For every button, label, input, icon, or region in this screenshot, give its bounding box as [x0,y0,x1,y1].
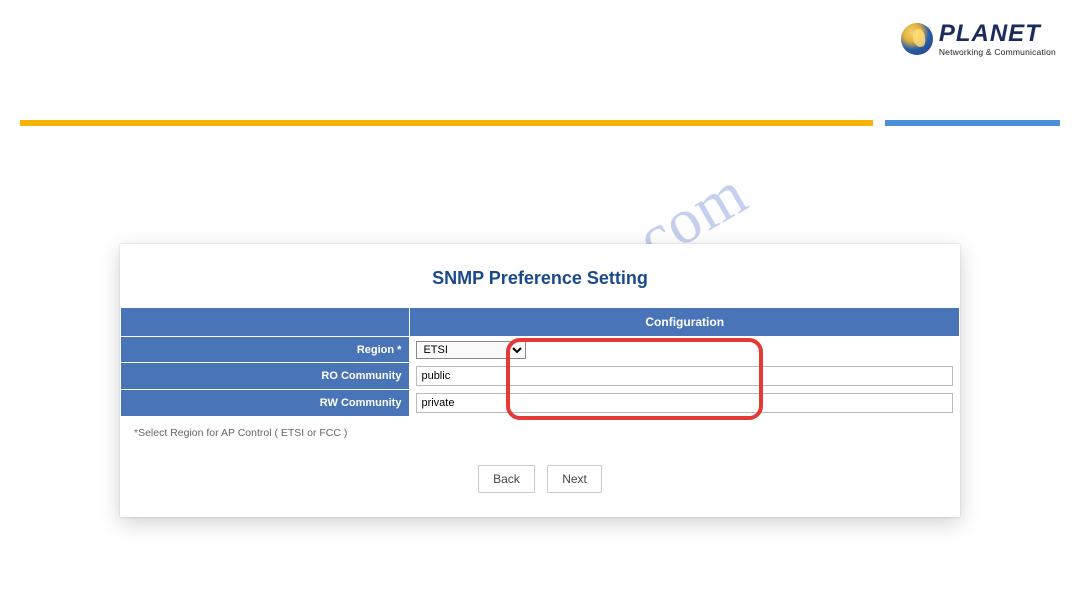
brand-logo: PLANET Networking & Communication [901,22,1056,57]
header-divider [20,120,1060,126]
region-label: Region * [121,337,410,363]
config-table: Configuration Region * ETSIFCC RO Commun… [120,307,960,417]
config-header-empty [121,308,410,337]
back-button[interactable]: Back [478,465,535,493]
globe-icon [901,23,933,55]
brand-name: PLANET [939,22,1056,46]
snmp-panel: SNMP Preference Setting Configuration Re… [120,244,960,517]
rw-community-input[interactable] [416,393,953,413]
next-button[interactable]: Next [547,465,602,493]
brand-tagline: Networking & Communication [939,48,1056,57]
ro-community-label: RO Community [121,363,410,390]
panel-title: SNMP Preference Setting [120,244,960,307]
region-note: *Select Region for AP Control ( ETSI or … [120,417,960,439]
ro-community-input[interactable] [416,366,953,386]
region-select[interactable]: ETSIFCC [416,341,526,359]
rw-community-label: RW Community [121,390,410,417]
config-header: Configuration [410,308,960,337]
